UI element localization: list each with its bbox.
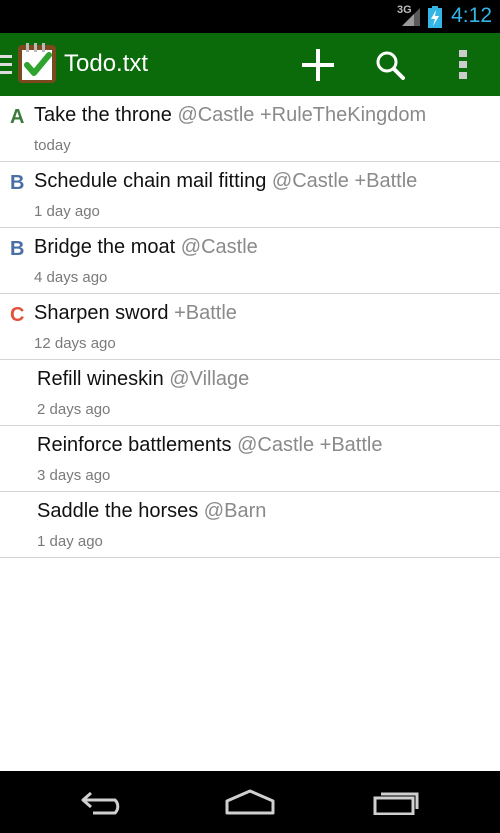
task-text: Schedule chain mail fitting: [34, 170, 267, 192]
task-content: Take the throne @Castle +RuleTheKingdom: [34, 104, 426, 127]
task-row[interactable]: B Schedule chain mail fitting @Castle +Ba…: [0, 162, 500, 228]
signal-icon: [402, 8, 420, 26]
recent-apps-icon: [373, 792, 419, 815]
task-tags: +Battle: [174, 302, 237, 324]
drawer-indicator-icon[interactable]: [0, 55, 14, 75]
add-icon: [302, 48, 334, 81]
action-bar: Todo.txt: [0, 33, 500, 96]
home-button[interactable]: [200, 771, 300, 833]
task-tags: @Barn: [203, 500, 267, 522]
home-icon: [225, 789, 275, 815]
navigation-bar: [0, 771, 500, 833]
task-priority: A: [10, 106, 25, 128]
task-tags: @Castle +Battle: [271, 170, 418, 192]
task-priority: C: [10, 304, 25, 326]
recent-apps-button[interactable]: [347, 771, 447, 833]
task-age: 1 day ago: [34, 203, 100, 220]
task-tags: @Castle +Battle: [237, 434, 383, 456]
task-content: Sharpen sword +Battle: [34, 302, 237, 325]
task-row[interactable]: C Sharpen sword +Battle 12 days ago: [0, 294, 500, 360]
back-button[interactable]: [55, 771, 155, 833]
task-text: Sharpen sword: [34, 302, 169, 324]
task-content: Bridge the moat @Castle: [34, 236, 258, 259]
back-icon: [81, 791, 120, 815]
task-row[interactable]: A Take the throne @Castle +RuleTheKingdom…: [0, 96, 500, 162]
search-icon: [376, 51, 405, 80]
task-content: Reinforce battlements @Castle +Battle: [37, 434, 382, 457]
task-age: 4 days ago: [34, 269, 108, 286]
task-age: today: [34, 137, 71, 154]
task-text: Take the throne: [34, 104, 172, 126]
app-logo-icon[interactable]: [16, 43, 58, 85]
task-row[interactable]: Saddle the horses @Barn 1 day ago: [0, 492, 500, 558]
task-tags: @Village: [169, 368, 250, 390]
overflow-menu-icon: [459, 49, 467, 79]
task-row[interactable]: B Bridge the moat @Castle 4 days ago: [0, 228, 500, 294]
search-button[interactable]: [360, 33, 420, 96]
battery-icon: [428, 6, 442, 28]
task-text: Bridge the moat: [34, 236, 176, 258]
task-priority: B: [10, 172, 25, 194]
task-content: Saddle the horses @Barn: [37, 500, 266, 523]
status-bar: 3G 4:12: [0, 0, 500, 33]
task-content: Schedule chain mail fitting @Castle +Bat…: [34, 170, 417, 193]
app-title: Todo.txt: [64, 50, 149, 77]
task-age: 2 days ago: [37, 401, 111, 418]
task-row[interactable]: Refill wineskin @Village 2 days ago: [0, 360, 500, 426]
task-tags: @Castle +RuleTheKingdom: [177, 104, 427, 126]
overflow-menu-button[interactable]: [433, 33, 493, 96]
task-tags: @Castle: [180, 236, 258, 258]
task-age: 12 days ago: [34, 335, 116, 352]
clock: 4:12: [451, 4, 492, 27]
task-list: A Take the throne @Castle +RuleTheKingdom…: [0, 96, 500, 558]
task-text: Refill wineskin: [37, 368, 164, 390]
add-task-button[interactable]: [288, 33, 348, 96]
task-text: Saddle the horses: [37, 500, 199, 522]
task-age: 3 days ago: [37, 467, 111, 484]
task-text: Reinforce battlements: [37, 434, 232, 456]
task-priority: B: [10, 238, 25, 260]
task-row[interactable]: Reinforce battlements @Castle +Battle 3 d…: [0, 426, 500, 492]
task-content: Refill wineskin @Village: [37, 368, 249, 391]
task-age: 1 day ago: [37, 533, 103, 550]
